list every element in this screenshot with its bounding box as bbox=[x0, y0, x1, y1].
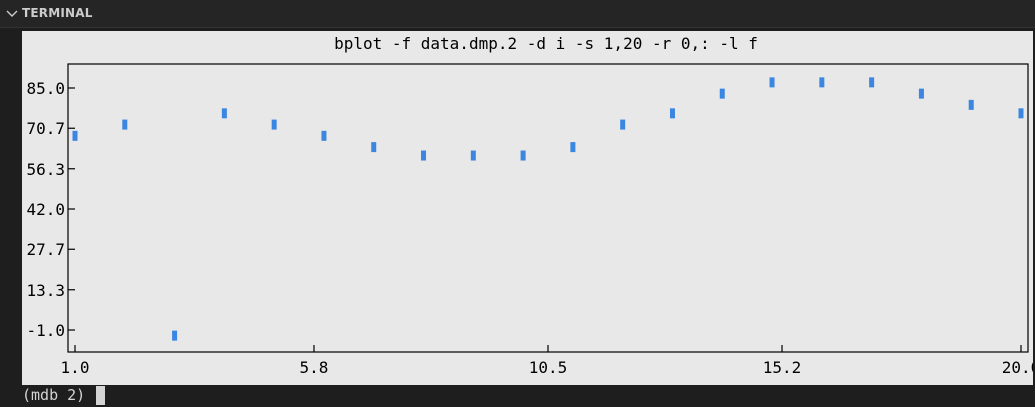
panel-header: TERMINAL bbox=[0, 0, 1035, 28]
data-point bbox=[72, 130, 78, 141]
data-point bbox=[570, 142, 576, 153]
y-tick-label: 42.0 bbox=[26, 200, 65, 219]
x-tick-label: 10.5 bbox=[529, 358, 568, 377]
data-point bbox=[918, 88, 924, 99]
y-tick-label: 70.7 bbox=[26, 119, 65, 138]
data-point bbox=[172, 330, 178, 341]
data-point bbox=[371, 142, 377, 153]
data-point bbox=[1018, 108, 1024, 119]
data-point bbox=[719, 88, 725, 99]
panel-title: TERMINAL bbox=[22, 6, 93, 20]
data-point bbox=[122, 119, 128, 130]
prompt-text: (mdb 2) bbox=[22, 386, 86, 404]
x-tick-label: 20.0 bbox=[1002, 358, 1033, 377]
data-point bbox=[421, 150, 427, 161]
data-point bbox=[869, 77, 875, 88]
scatter-chart: bplot -f data.dmp.2 -d i -s 1,20 -r 0,: … bbox=[26, 34, 1033, 377]
data-point bbox=[968, 99, 974, 110]
data-point bbox=[769, 77, 775, 88]
data-point bbox=[271, 119, 277, 130]
terminal-panel: TERMINAL bplot -f data.dmp.2 -d i -s 1,2… bbox=[0, 0, 1035, 407]
plot-frame bbox=[67, 63, 1029, 353]
plot-window: bplot -f data.dmp.2 -d i -s 1,20 -r 0,: … bbox=[22, 31, 1033, 385]
y-tick-label: 27.7 bbox=[26, 240, 65, 259]
x-axis: 1.0 5.8 10.5 15.2 20.0 bbox=[61, 345, 1033, 377]
text-cursor bbox=[96, 386, 106, 405]
data-point bbox=[221, 108, 227, 119]
x-tick-label: 1.0 bbox=[61, 358, 90, 377]
data-point bbox=[669, 108, 675, 119]
data-point bbox=[819, 77, 825, 88]
y-tick-label: -1.0 bbox=[26, 321, 65, 340]
data-point bbox=[620, 119, 626, 130]
chart-title: bplot -f data.dmp.2 -d i -s 1,20 -r 0,: … bbox=[334, 34, 758, 53]
y-tick-label: 85.0 bbox=[26, 79, 65, 98]
x-tick-label: 15.2 bbox=[763, 358, 802, 377]
data-point bbox=[520, 150, 526, 161]
data-point bbox=[470, 150, 476, 161]
y-tick-label: 13.3 bbox=[26, 281, 65, 300]
x-tick-label: 5.8 bbox=[300, 358, 329, 377]
data-marks bbox=[72, 77, 1024, 341]
data-point bbox=[321, 130, 327, 141]
prompt-line[interactable]: (mdb 2) bbox=[22, 384, 1033, 406]
y-tick-label: 56.3 bbox=[26, 160, 65, 179]
chevron-down-icon[interactable] bbox=[4, 6, 20, 22]
